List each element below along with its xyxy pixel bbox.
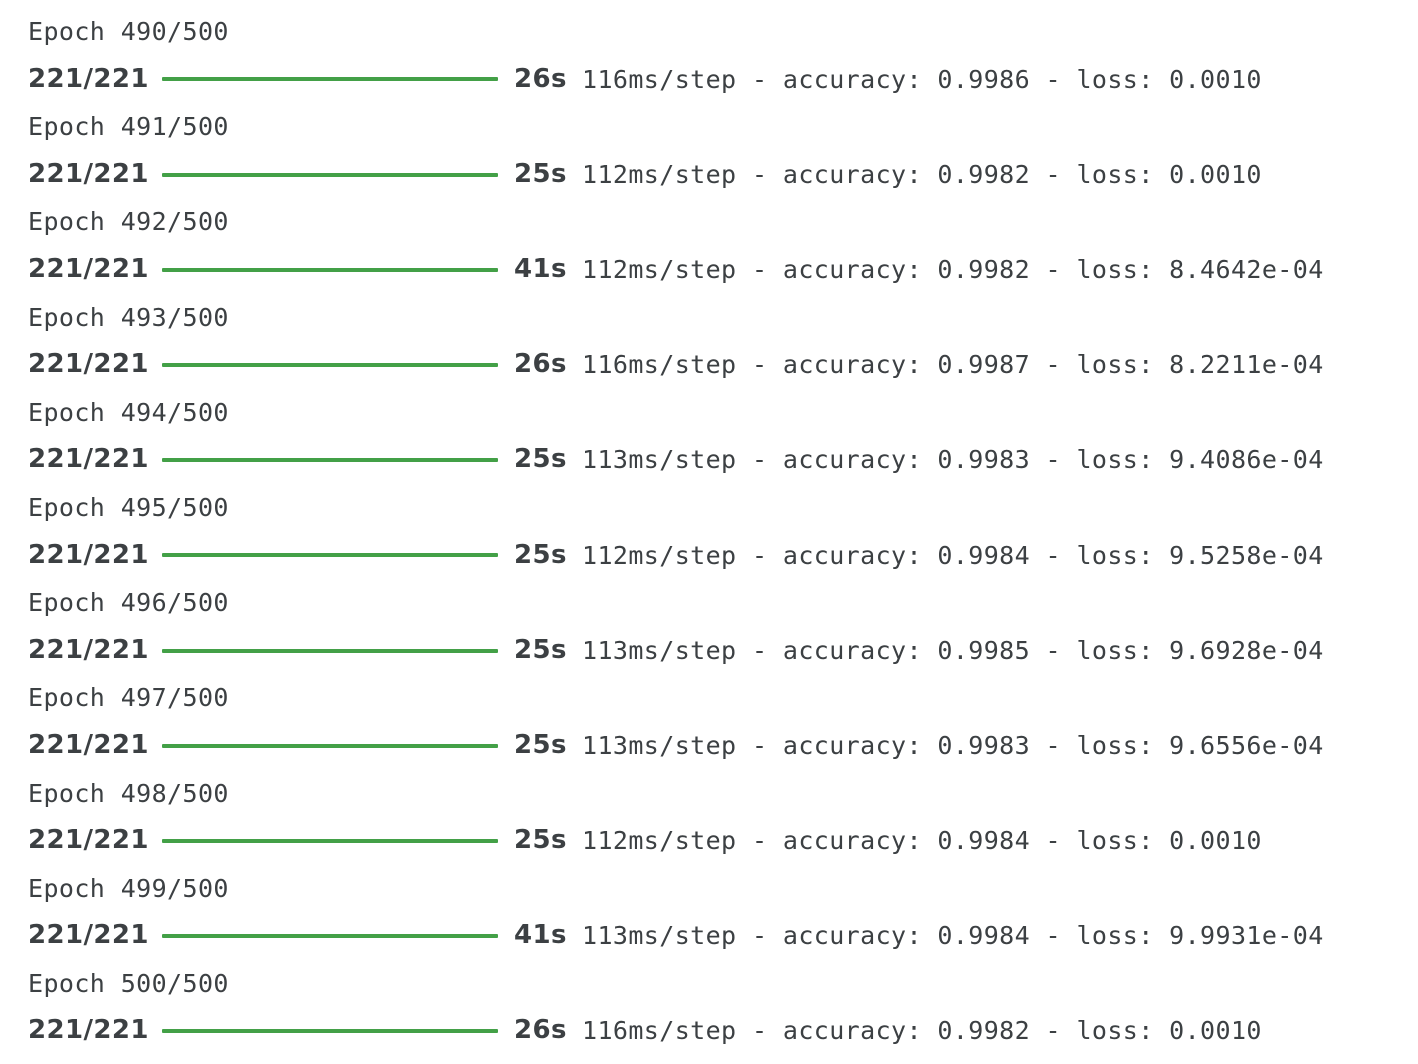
elapsed-time: 41s [514, 920, 567, 951]
elapsed-time: 25s [514, 444, 567, 475]
epoch-metrics: 112ms/step - accuracy: 0.9984 - loss: 9.… [582, 540, 1324, 570]
step-count: 221/221 [28, 1015, 149, 1046]
epoch-header: Epoch 495/500 [28, 492, 229, 522]
epoch-header: Epoch 492/500 [28, 207, 229, 237]
elapsed-time: 25s [514, 825, 567, 856]
epoch-metrics: 116ms/step - accuracy: 0.9982 - loss: 0.… [582, 1016, 1262, 1046]
progress-bar [162, 553, 498, 558]
epoch-block: Epoch 498/500 221/221 25s 112ms/step - a… [28, 770, 1408, 865]
step-count: 221/221 [28, 63, 149, 94]
step-count: 221/221 [28, 539, 149, 570]
step-count: 221/221 [28, 444, 149, 475]
progress-line: 221/221 26s 116ms/step - accuracy: 0.998… [28, 56, 1408, 104]
epoch-metrics: 112ms/step - accuracy: 0.9984 - loss: 0.… [582, 826, 1262, 856]
elapsed-time: 25s [514, 539, 567, 570]
epoch-block: Epoch 495/500 221/221 25s 112ms/step - a… [28, 484, 1408, 579]
progress-bar [162, 1029, 498, 1034]
progress-line: 221/221 26s 116ms/step - accuracy: 0.998… [28, 1007, 1408, 1055]
elapsed-time: 26s [514, 349, 567, 380]
step-count: 221/221 [28, 158, 149, 189]
epoch-header: Epoch 490/500 [28, 17, 229, 46]
epoch-block: Epoch 499/500 221/221 41s 113ms/step - a… [28, 865, 1408, 960]
elapsed-time: 25s [514, 729, 567, 760]
epoch-block: Epoch 493/500 221/221 26s 116ms/step - a… [28, 294, 1408, 389]
elapsed-time: 25s [514, 634, 567, 665]
step-count: 221/221 [28, 253, 149, 284]
progress-bar [162, 362, 498, 367]
epoch-header: Epoch 494/500 [28, 397, 229, 427]
epoch-metrics: 112ms/step - accuracy: 0.9982 - loss: 8.… [582, 254, 1324, 284]
progress-line: 221/221 25s 112ms/step - accuracy: 0.998… [28, 532, 1408, 580]
progress-line: 221/221 41s 112ms/step - accuracy: 0.998… [28, 246, 1408, 294]
progress-bar [162, 648, 498, 653]
epoch-block: Epoch 491/500 221/221 25s 112ms/step - a… [28, 103, 1408, 198]
epoch-header: Epoch 491/500 [28, 112, 229, 142]
epoch-metrics: 113ms/step - accuracy: 0.9985 - loss: 9.… [582, 635, 1324, 665]
progress-line: 221/221 25s 113ms/step - accuracy: 0.998… [28, 722, 1408, 770]
epoch-header: Epoch 493/500 [28, 302, 229, 332]
progress-line: 221/221 25s 113ms/step - accuracy: 0.998… [28, 436, 1408, 484]
step-count: 221/221 [28, 349, 149, 380]
progress-bar [162, 838, 498, 843]
progress-bar [162, 934, 498, 939]
step-count: 221/221 [28, 729, 149, 760]
step-count: 221/221 [28, 634, 149, 665]
epoch-metrics: 112ms/step - accuracy: 0.9982 - loss: 0.… [582, 159, 1262, 189]
epoch-metrics: 113ms/step - accuracy: 0.9983 - loss: 9.… [582, 445, 1324, 475]
progress-line: 221/221 25s 113ms/step - accuracy: 0.998… [28, 627, 1408, 675]
step-count: 221/221 [28, 825, 149, 856]
epoch-metrics: 113ms/step - accuracy: 0.9984 - loss: 9.… [582, 921, 1324, 951]
elapsed-time: 41s [514, 253, 567, 284]
epoch-header: Epoch 498/500 [28, 778, 229, 808]
epoch-metrics: 113ms/step - accuracy: 0.9983 - loss: 9.… [582, 730, 1324, 760]
epoch-header: Epoch 496/500 [28, 588, 229, 618]
progress-bar [162, 458, 498, 463]
epoch-block: Epoch 497/500 221/221 25s 113ms/step - a… [28, 674, 1408, 769]
elapsed-time: 25s [514, 158, 567, 189]
training-log-output: Epoch 490/500 221/221 26s 116ms/step - a… [28, 8, 1408, 1055]
epoch-block: Epoch 496/500 221/221 25s 113ms/step - a… [28, 579, 1408, 674]
epoch-block: Epoch 490/500 221/221 26s 116ms/step - a… [28, 8, 1408, 103]
progress-bar [162, 172, 498, 177]
step-count: 221/221 [28, 920, 149, 951]
epoch-header: Epoch 500/500 [28, 968, 229, 998]
progress-bar [162, 743, 498, 748]
progress-line: 221/221 25s 112ms/step - accuracy: 0.998… [28, 151, 1408, 199]
epoch-header: Epoch 499/500 [28, 873, 229, 903]
progress-line: 221/221 25s 112ms/step - accuracy: 0.998… [28, 817, 1408, 865]
progress-bar [162, 77, 498, 82]
epoch-metrics: 116ms/step - accuracy: 0.9987 - loss: 8.… [582, 350, 1324, 380]
elapsed-time: 26s [514, 63, 567, 94]
progress-bar [162, 267, 498, 272]
epoch-block: Epoch 492/500 221/221 41s 112ms/step - a… [28, 198, 1408, 293]
elapsed-time: 26s [514, 1015, 567, 1046]
epoch-metrics: 116ms/step - accuracy: 0.9986 - loss: 0.… [582, 64, 1262, 94]
progress-line: 221/221 41s 113ms/step - accuracy: 0.998… [28, 912, 1408, 960]
epoch-block: Epoch 494/500 221/221 25s 113ms/step - a… [28, 389, 1408, 484]
epoch-block: Epoch 500/500 221/221 26s 116ms/step - a… [28, 960, 1408, 1055]
epoch-header: Epoch 497/500 [28, 683, 229, 713]
progress-line: 221/221 26s 116ms/step - accuracy: 0.998… [28, 341, 1408, 389]
